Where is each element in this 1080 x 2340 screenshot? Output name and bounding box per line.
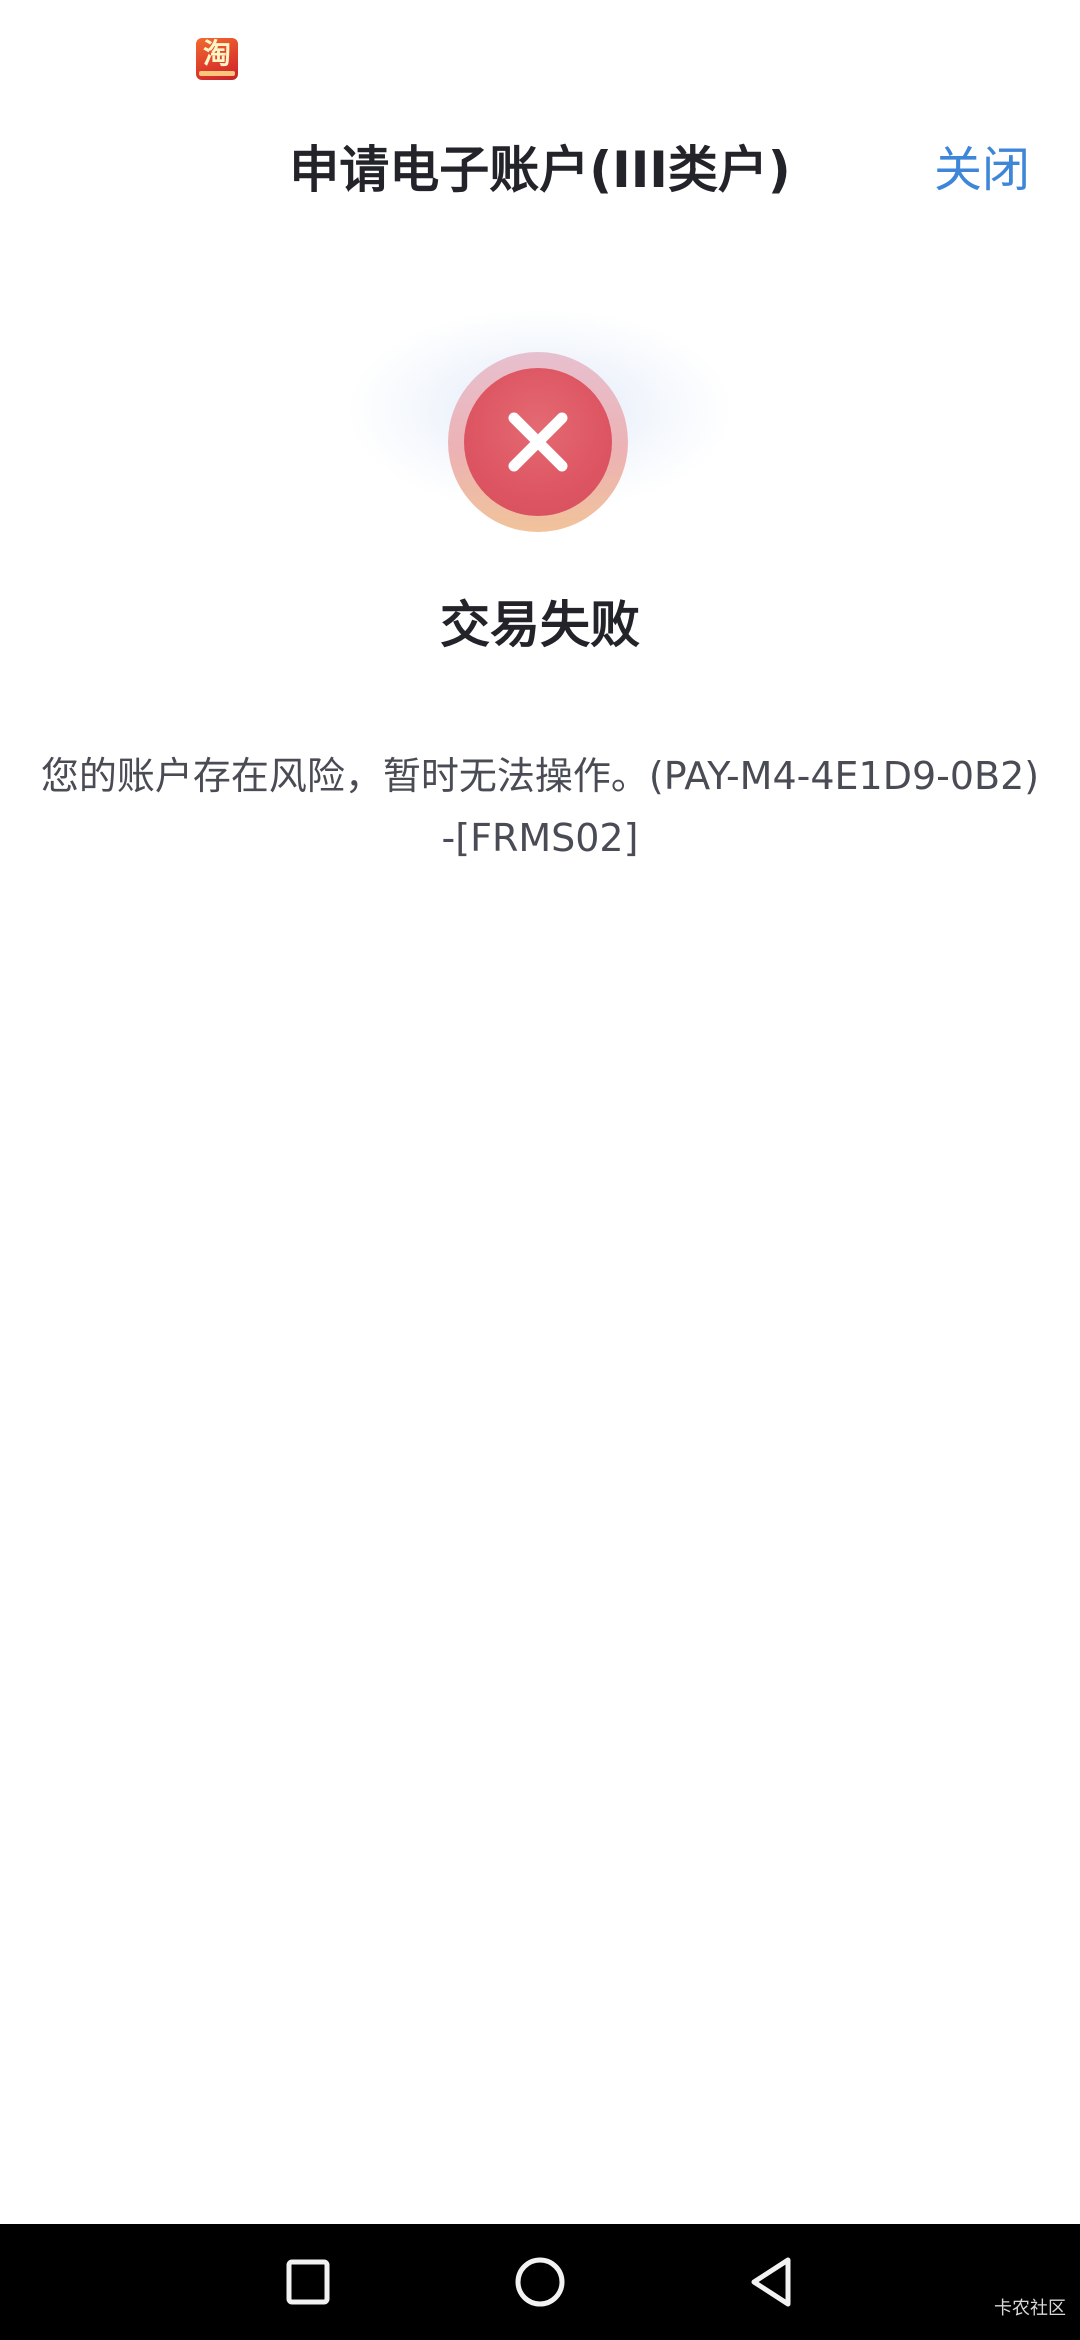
watermark: 卡农社区 <box>994 2298 1066 2319</box>
back-button[interactable] <box>732 2242 812 2322</box>
status-bar: 淘 <box>0 0 1080 120</box>
square-icon <box>286 2259 330 2305</box>
triangle-back-icon <box>751 2257 791 2307</box>
taobao-icon-glyph: 淘 <box>202 38 231 70</box>
page-title: 申请电子账户(III类户) <box>289 141 791 199</box>
page: 淘 申请电子账户(III类户) 关闭 交易失败 您的账户存在风险，暂时无法操作。… <box>0 0 1080 2340</box>
close-button[interactable]: 关闭 <box>934 138 1030 202</box>
header: 申请电子账户(III类户) 关闭 <box>0 120 1080 220</box>
result-message: 您的账户存在风险，暂时无法操作。(PAY-M4-4E1D9-0B2)-[FRMS… <box>40 754 1040 860</box>
taobao-app-icon: 淘 <box>196 38 238 80</box>
result-title: 交易失败 <box>440 596 640 654</box>
home-button[interactable] <box>500 2242 580 2322</box>
result-icon-area <box>0 300 1080 560</box>
navigation-bar: 卡农社区 <box>0 2224 1080 2340</box>
circle-icon <box>515 2257 565 2307</box>
close-icon <box>508 412 568 472</box>
taobao-icon-strip <box>199 71 235 76</box>
recent-apps-button[interactable] <box>268 2242 348 2322</box>
